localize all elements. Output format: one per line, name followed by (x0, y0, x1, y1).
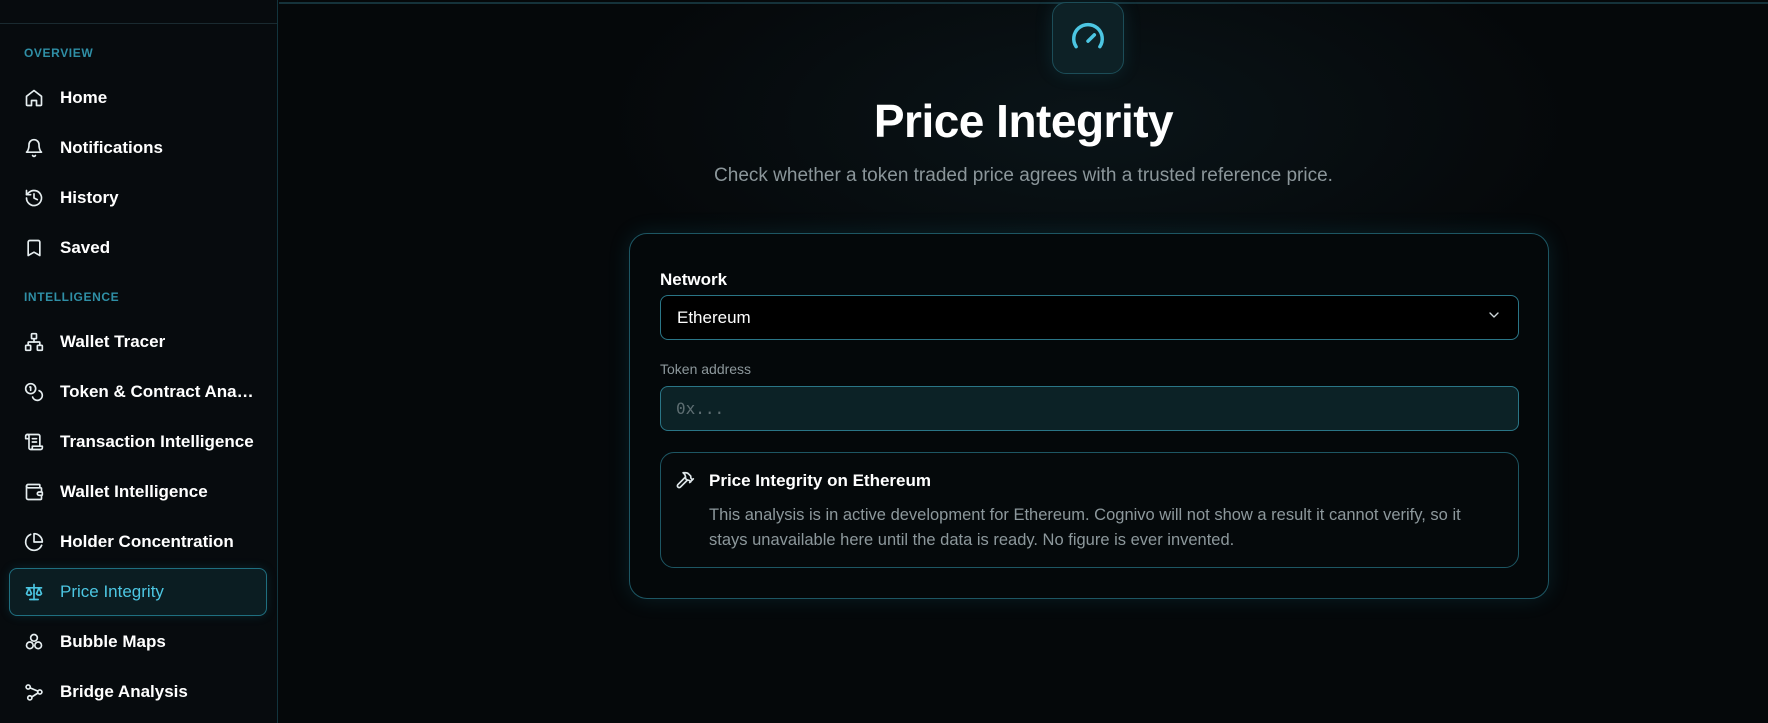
sidebar-item-label: Transaction Intelligence (60, 432, 254, 451)
network-label: Network (660, 270, 728, 289)
network-icon (24, 332, 44, 352)
chevron-down-icon (1486, 307, 1502, 328)
sidebar-item-label: Bubble Maps (60, 632, 166, 651)
sidebar-item-label: Home (60, 88, 108, 107)
bookmark-icon (24, 238, 44, 258)
page-subtitle: Check whether a token traded price agree… (714, 165, 1333, 186)
sidebar-item-history[interactable]: History (9, 174, 267, 222)
sidebar-item-label: Bridge Analysis (60, 682, 188, 701)
sidebar-item-saved[interactable]: Saved (9, 224, 267, 272)
page-title: Price Integrity (873, 95, 1174, 147)
coins-icon (24, 382, 44, 402)
wallet-icon (24, 482, 44, 502)
sidebar-item-label: Holder Concentration (60, 532, 234, 551)
sidebar-item-wallet-intelligence[interactable]: Wallet Intelligence (9, 468, 267, 516)
sidebar-item-price-integrity[interactable]: Price Integrity (9, 568, 267, 616)
scale-icon (24, 582, 44, 602)
sidebar-item-token-contract-analysis[interactable]: Token & Contract Analysis (9, 368, 267, 416)
sidebar-item-label: History (60, 188, 119, 207)
home-icon (24, 88, 44, 108)
sidebar: OVERVIEW Home Notifications History Save… (0, 0, 278, 723)
analysis-card: Network Ethereum Token address Price Int… (629, 233, 1549, 599)
bubbles-icon (24, 632, 44, 652)
notice-body: This analysis is in active development f… (709, 506, 1461, 549)
sidebar-item-wallet-tracer[interactable]: Wallet Tracer (9, 318, 267, 366)
sidebar-item-label: Saved (60, 238, 111, 257)
notice-box: Price Integrity on Ethereum This analysi… (660, 452, 1519, 568)
sidebar-item-home[interactable]: Home (9, 74, 267, 122)
network-select-value: Ethereum (677, 307, 751, 327)
notice-title: Price Integrity on Ethereum (709, 471, 931, 490)
divider (279, 2, 1768, 4)
divider (0, 23, 277, 24)
gauge-icon (1052, 2, 1124, 74)
bell-icon (24, 138, 44, 158)
sidebar-item-label: Price Integrity (60, 582, 164, 601)
main-content: Price Integrity Check whether a token tr… (279, 0, 1768, 723)
sidebar-item-notifications[interactable]: Notifications (9, 124, 267, 172)
section-label-overview: OVERVIEW (24, 46, 94, 60)
token-address-label: Token address (660, 361, 752, 377)
hammer-icon (675, 470, 695, 490)
pie-chart-icon (24, 532, 44, 552)
section-label-intelligence: INTELLIGENCE (24, 290, 120, 304)
sidebar-item-bubble-maps[interactable]: Bubble Maps (9, 618, 267, 666)
scroll-icon (24, 432, 44, 452)
token-address-input[interactable] (660, 386, 1519, 431)
sidebar-item-transaction-intelligence[interactable]: Transaction Intelligence (9, 418, 267, 466)
sidebar-item-holder-concentration[interactable]: Holder Concentration (9, 518, 267, 566)
history-icon (24, 188, 44, 208)
bridge-icon (24, 682, 44, 702)
sidebar-item-bridge-analysis[interactable]: Bridge Analysis (9, 668, 267, 716)
network-select[interactable]: Ethereum (660, 295, 1519, 340)
sidebar-item-label: Wallet Intelligence (60, 482, 208, 501)
sidebar-item-label: Token & Contract Analysis (60, 382, 256, 401)
sidebar-item-label: Wallet Tracer (60, 332, 166, 351)
sidebar-item-label: Notifications (60, 138, 163, 157)
